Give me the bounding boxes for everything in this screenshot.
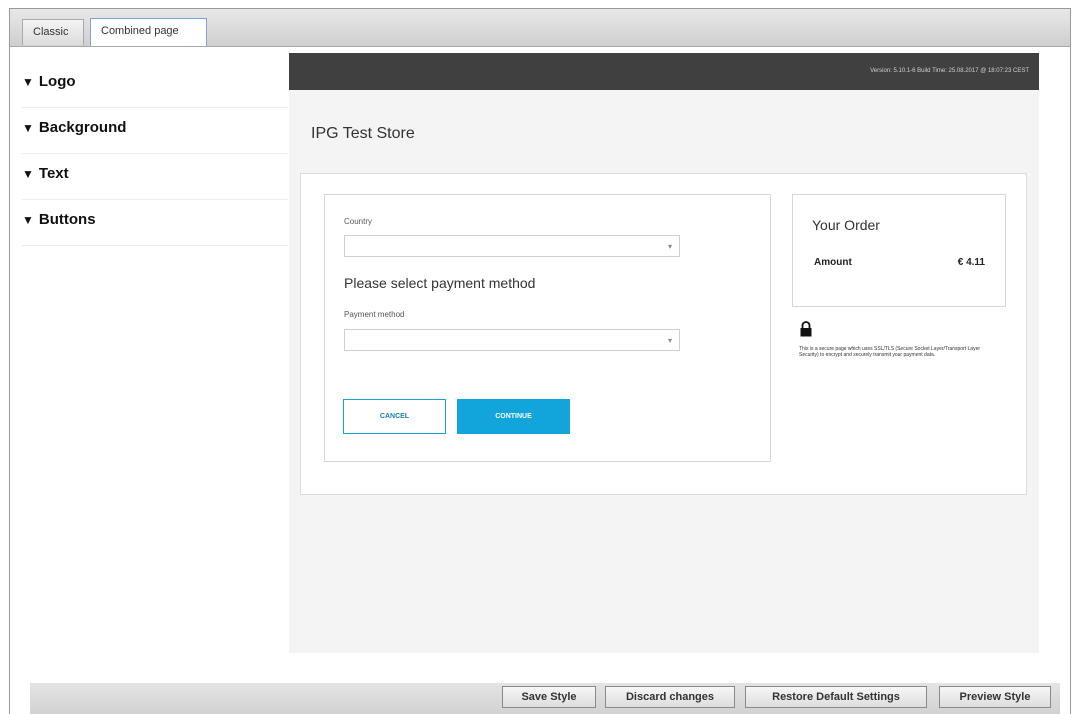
- amount-value: € 4.11: [957, 257, 985, 268]
- restore-default-settings-button[interactable]: Restore Default Settings: [745, 686, 927, 708]
- payment-method-label: Payment method: [344, 310, 405, 319]
- style-sections-sidebar: ▼ Logo ▼ Background ▼ Text ▼ Buttons: [22, 62, 288, 246]
- checkout-card: Country ▾ Please select payment method P…: [300, 173, 1027, 495]
- section-text[interactable]: ▼ Text: [22, 154, 288, 200]
- order-title: Your Order: [812, 217, 880, 233]
- tab-bar: Classic Combined page: [10, 9, 1070, 47]
- tab-combined-page[interactable]: Combined page: [90, 18, 207, 46]
- lock-icon: [800, 321, 812, 337]
- payment-form: Country ▾ Please select payment method P…: [324, 194, 771, 462]
- action-bar: Save Style Discard changes Restore Defau…: [30, 683, 1060, 714]
- cancel-button[interactable]: CANCEL: [343, 399, 446, 434]
- security-notice: This is a secure page which uses SSL/TLS…: [799, 346, 981, 358]
- triangle-down-icon: ▼: [22, 75, 34, 89]
- section-background[interactable]: ▼ Background: [22, 108, 288, 154]
- save-style-button[interactable]: Save Style: [502, 686, 596, 708]
- section-logo[interactable]: ▼ Logo: [22, 62, 288, 108]
- section-buttons[interactable]: ▼ Buttons: [22, 200, 288, 246]
- discard-changes-button[interactable]: Discard changes: [605, 686, 735, 708]
- section-logo-label: Logo: [38, 73, 76, 90]
- section-background-label: Background: [38, 119, 127, 136]
- section-buttons-label: Buttons: [38, 211, 96, 228]
- payment-method-select[interactable]: ▾: [344, 329, 680, 351]
- triangle-down-icon: ▼: [22, 213, 34, 227]
- checkout-preview: Version: 5.10.1-6 Build Time: 25.08.2017…: [289, 53, 1039, 653]
- amount-label: Amount: [814, 257, 852, 268]
- store-title: IPG Test Store: [311, 125, 415, 142]
- triangle-down-icon: ▼: [22, 167, 34, 181]
- continue-button[interactable]: CONTINUE: [457, 399, 570, 434]
- version-bar: Version: 5.10.1-6 Build Time: 25.08.2017…: [289, 53, 1039, 90]
- triangle-down-icon: ▼: [22, 121, 34, 135]
- payment-method-heading: Please select payment method: [344, 275, 536, 291]
- tab-classic[interactable]: Classic: [22, 19, 84, 45]
- order-summary: Your Order Amount € 4.11: [792, 194, 1006, 307]
- chevron-down-icon: ▾: [667, 242, 672, 251]
- section-text-label: Text: [38, 165, 69, 182]
- chevron-down-icon: ▾: [667, 336, 672, 345]
- country-select[interactable]: ▾: [344, 235, 680, 257]
- country-label: Country: [344, 217, 373, 226]
- preview-style-button[interactable]: Preview Style: [939, 686, 1051, 708]
